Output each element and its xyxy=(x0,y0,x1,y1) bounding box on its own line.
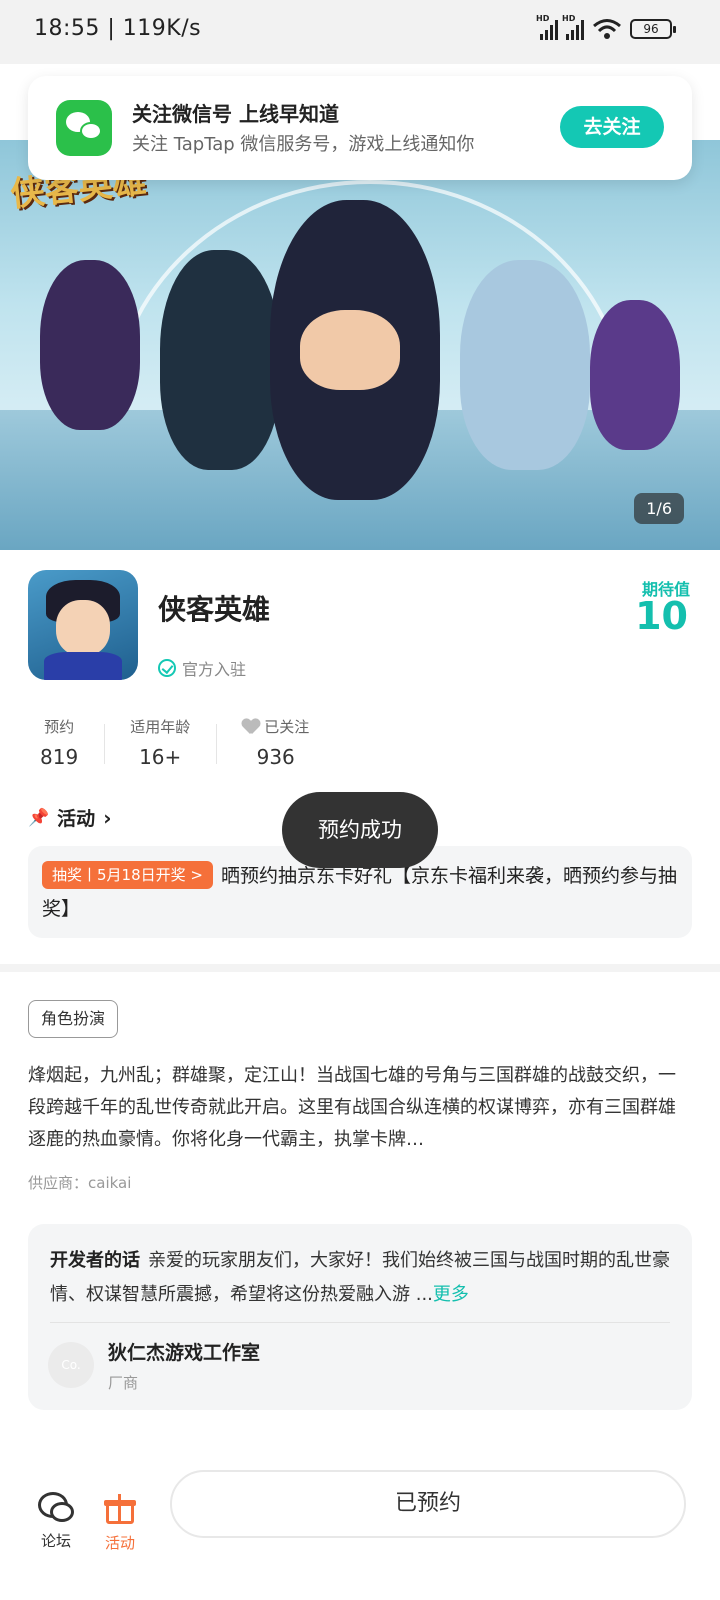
signal-icon: HD xyxy=(562,14,584,40)
developer-name[interactable]: 狄仁杰游戏工作室 xyxy=(108,1338,260,1365)
stat-label: 预约 xyxy=(44,718,75,736)
signal-icon: HD xyxy=(536,14,558,40)
chevron-right-icon: › xyxy=(103,805,112,830)
status-bar: 18:55 | 119K/s HD HD 96 xyxy=(0,0,720,64)
genre-tag[interactable]: 角色扮演 xyxy=(28,1000,119,1038)
tab-forum-label: 论坛 xyxy=(40,1532,71,1550)
stat-label: 适用年龄 xyxy=(130,718,191,736)
wechat-follow-notice: 关注微信号 上线早知道 关注 TapTap 微信服务号，游戏上线通知你 去关注 xyxy=(28,76,692,180)
hero-character xyxy=(40,260,140,430)
notice-subtitle: 关注 TapTap 微信服务号，游戏上线通知你 xyxy=(132,134,475,155)
official-label: 官方入驻 xyxy=(182,660,247,679)
stat-reservations: 预约 819 xyxy=(28,716,104,769)
official-badge: 官方入驻 xyxy=(158,656,246,680)
image-counter: 1/6 xyxy=(634,493,684,524)
developer-words-label: 开发者的话 xyxy=(50,1250,140,1271)
battery-icon: 96 xyxy=(630,19,676,39)
hero-character xyxy=(300,310,400,390)
stat-value: 16+ xyxy=(139,745,182,769)
pin-icon: 📌 xyxy=(28,807,50,828)
stat-value: 819 xyxy=(40,745,79,769)
forum-icon xyxy=(38,1492,74,1522)
game-description[interactable]: 烽烟起，九州乱；群雄聚，定江山！当战国七雄的号角与三国群雄的战鼓交织，一段跨越千… xyxy=(28,1060,692,1156)
developer-role: 厂商 xyxy=(108,1374,139,1392)
status-time: 18:55 | 119K/s xyxy=(34,16,202,41)
stat-label-followed: 已关注 xyxy=(242,716,309,737)
follow-button[interactable]: 去关注 xyxy=(560,106,664,148)
game-icon xyxy=(28,570,138,680)
more-link[interactable]: 更多 xyxy=(433,1284,469,1305)
hero-character xyxy=(460,260,590,470)
hero-banner[interactable]: 侠客英雄 1/6 xyxy=(0,140,720,550)
lottery-tag[interactable]: 抽奖丨5月18日开奖 > xyxy=(42,861,213,889)
heart-icon xyxy=(242,719,260,735)
section-divider xyxy=(0,964,720,972)
tab-activity[interactable]: 活动 xyxy=(90,1492,150,1553)
divider xyxy=(50,1322,670,1323)
bottom-action-bar: 论坛 活动 已预约 xyxy=(0,1470,720,1600)
stat-value: 936 xyxy=(256,745,295,769)
tab-activity-label: 活动 xyxy=(104,1534,135,1552)
game-title: 侠客英雄 xyxy=(158,593,271,626)
gift-icon xyxy=(104,1492,136,1524)
developer-words-text: 亲爱的玩家朋友们，大家好！我们始终被三国与战国时期的乱世豪情、权谋智慧所震撼，希… xyxy=(50,1250,670,1305)
activity-heading: 活动 xyxy=(57,808,96,830)
game-stats: 预约 819 适用年龄 16+ 已关注 936 xyxy=(28,716,335,769)
developer-card: 开发者的话 亲爱的玩家朋友们，大家好！我们始终被三国与战国时期的乱世豪情、权谋智慧… xyxy=(28,1224,692,1410)
expectation-score: 10 xyxy=(635,594,688,638)
tab-forum[interactable]: 论坛 xyxy=(26,1492,86,1551)
wechat-icon xyxy=(56,100,112,156)
developer-words: 开发者的话 亲爱的玩家朋友们，大家好！我们始终被三国与战国时期的乱世豪情、权谋智慧… xyxy=(50,1244,672,1312)
wifi-icon xyxy=(593,19,621,39)
notice-title: 关注微信号 上线早知道 xyxy=(132,102,339,126)
reserved-button[interactable]: 已预约 xyxy=(170,1470,686,1538)
toast-message: 预约成功 xyxy=(282,792,438,868)
hero-character xyxy=(590,300,680,450)
verified-check-icon xyxy=(158,659,176,677)
supplier-label: 供应商：caikai xyxy=(28,1174,132,1192)
status-icons: HD HD 96 xyxy=(536,14,676,40)
developer-avatar[interactable]: Co. xyxy=(48,1342,94,1388)
stat-followed[interactable]: 已关注 936 xyxy=(216,716,335,769)
activity-section-link[interactable]: 📌 活动 › xyxy=(28,804,111,831)
stat-label: 已关注 xyxy=(264,718,310,736)
stat-age-rating[interactable]: 适用年龄 16+ xyxy=(104,716,216,769)
hero-character xyxy=(160,250,280,470)
